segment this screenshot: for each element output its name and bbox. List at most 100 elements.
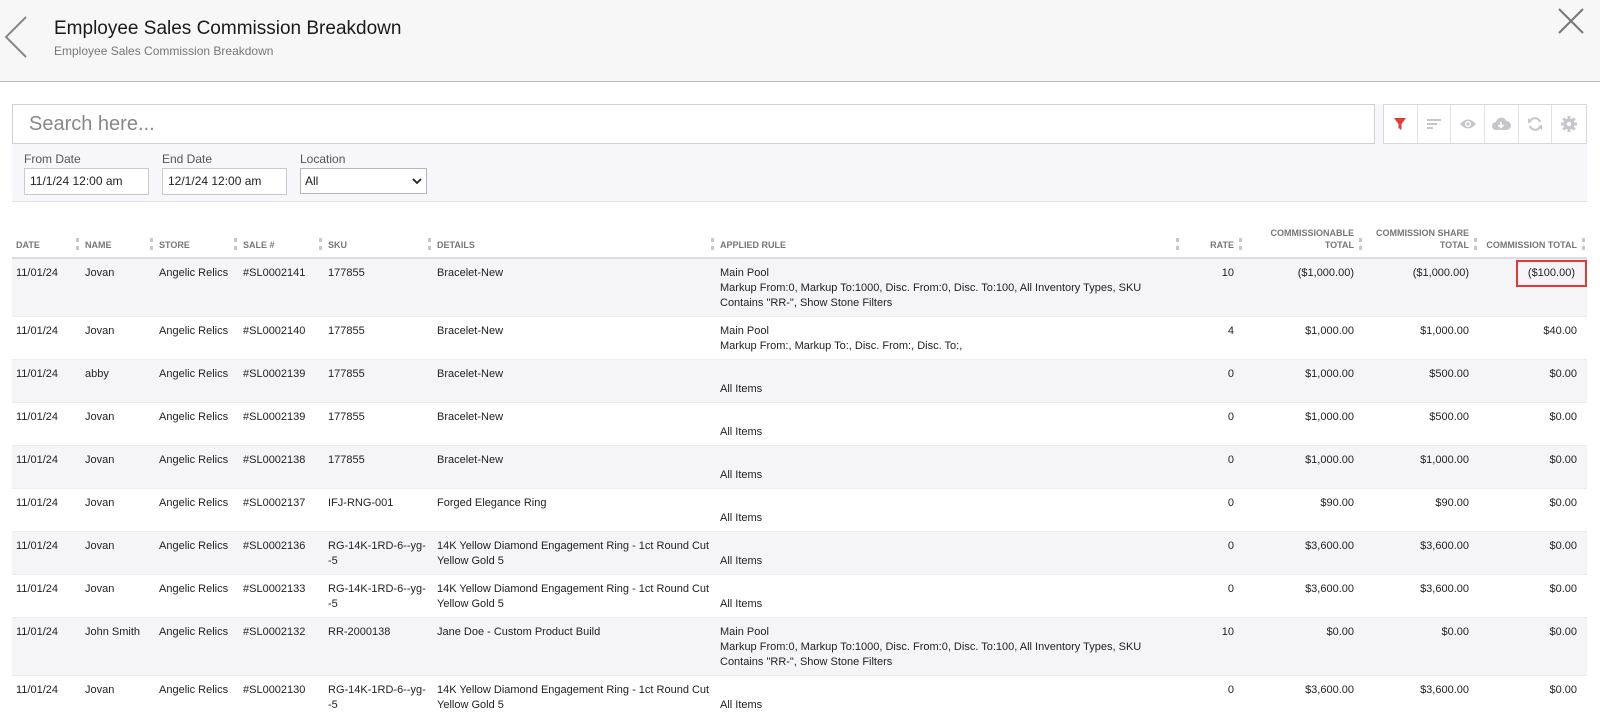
commissionable-total-value: $1,000.00 <box>1305 368 1354 380</box>
column-header-sale-number[interactable]: SALE # <box>239 220 324 259</box>
commission-share-total-value: $1,000.00 <box>1420 454 1469 466</box>
cell-details: Jane Doe - Custom Product Build <box>433 617 716 676</box>
column-header-commission-share-total[interactable]: COMMISSION SHARE TOTAL <box>1364 220 1479 259</box>
page-title: Employee Sales Commission Breakdown <box>54 18 402 39</box>
column-header-name[interactable]: NAME <box>81 220 155 259</box>
search-input[interactable] <box>12 104 1375 144</box>
rule-name <box>720 453 1177 468</box>
cell-commission-share-total: $500.00 <box>1364 359 1479 403</box>
column-resize-handle[interactable] <box>1359 238 1362 250</box>
date-value: 11/01/24 <box>16 583 59 595</box>
cell-name: abby <box>81 359 155 403</box>
table-row[interactable]: 11/01/24 Jovan Angelic Relics #SL0002136 RG-… <box>12 531 1587 575</box>
cell-rate: 4 <box>1181 316 1244 360</box>
column-header-applied-rule[interactable]: APPLIED RULE <box>716 220 1181 259</box>
column-resize-handle[interactable] <box>319 238 322 250</box>
name-value: Jovan <box>85 684 115 696</box>
table-row[interactable]: 11/01/24 Jovan Angelic Relics #SL0002133 RG-… <box>12 574 1587 618</box>
refresh-button[interactable] <box>1519 105 1553 143</box>
column-header-label: COMMISSION SHARE TOTAL <box>1375 228 1469 250</box>
column-header-label: COMMISSIONABLE TOTAL <box>1270 228 1354 250</box>
download-button[interactable] <box>1485 105 1519 143</box>
visibility-button[interactable] <box>1451 105 1486 143</box>
commissionable-total-value: ($1,000.00) <box>1297 267 1354 279</box>
column-resize-handle[interactable] <box>1239 238 1242 250</box>
column-header-details[interactable]: DETAILS <box>433 220 716 259</box>
column-resize-handle[interactable] <box>1474 238 1477 250</box>
column-header-label: DATE <box>16 240 40 250</box>
cell-name: Jovan <box>81 531 155 575</box>
sku-value: RG-14K-1RD-6--yg--5 <box>328 583 426 610</box>
column-header-sku[interactable]: SKU <box>324 220 433 259</box>
details-value: Bracelet-New <box>437 454 504 466</box>
sku-value: RG-14K-1RD-6--yg--5 <box>328 540 426 567</box>
commission-share-total-value: $0.00 <box>1441 626 1469 638</box>
table-row[interactable]: 11/01/24 John Smith Angelic Relics #SL00021… <box>12 617 1587 676</box>
sku-value: RR-2000138 <box>328 626 391 638</box>
rule-description: All Items <box>720 426 763 438</box>
sale-number-value: #SL0002140 <box>243 325 306 337</box>
details-value: Bracelet-New <box>437 267 504 279</box>
column-resize-handle[interactable] <box>1582 238 1585 250</box>
sku-value: IFJ-RNG-001 <box>328 497 394 509</box>
cell-rate: 0 <box>1181 488 1244 532</box>
column-resize-handle[interactable] <box>711 238 714 250</box>
close-button[interactable] <box>1556 6 1586 36</box>
end-date-field[interactable]: 12/1/24 12:00 am <box>162 168 287 195</box>
cell-sku: 177855 <box>324 316 433 360</box>
cell-date: 11/01/24 <box>12 258 81 317</box>
store-value: Angelic Relics <box>159 583 229 595</box>
settings-button[interactable] <box>1552 105 1586 143</box>
cell-commissionable-total: $90.00 <box>1244 488 1364 532</box>
column-resize-handle[interactable] <box>150 238 153 250</box>
table-row[interactable]: 11/01/24 Jovan Angelic Relics #SL0002137 IFJ… <box>12 488 1587 532</box>
column-header-commission-total[interactable]: COMMISSION TOTAL <box>1479 220 1587 259</box>
cell-name: Jovan <box>81 316 155 360</box>
store-value: Angelic Relics <box>159 454 229 466</box>
sku-value: 177855 <box>328 325 365 337</box>
cell-details: Forged Elegance Ring <box>433 488 716 532</box>
column-header-store[interactable]: STORE <box>155 220 239 259</box>
commission-table: DATE NAME STORE SALE # SKU DETAILS APPLIED RUL… <box>12 220 1587 716</box>
table-row[interactable]: 11/01/24 Jovan Angelic Relics #SL0002138 177… <box>12 445 1587 489</box>
column-header-commissionable-total[interactable]: COMMISSIONABLE TOTAL <box>1244 220 1364 259</box>
cell-date: 11/01/24 <box>12 488 81 532</box>
table-row[interactable]: 11/01/24 Jovan Angelic Relics #SL0002130 RG-… <box>12 675 1587 716</box>
cell-applied-rule: All Items <box>716 488 1181 532</box>
column-resize-handle[interactable] <box>1176 238 1179 250</box>
details-value: 14K Yellow Diamond Engagement Ring - 1ct… <box>437 583 710 610</box>
cell-store: Angelic Relics <box>155 531 239 575</box>
rule-name: Main Pool <box>720 267 769 279</box>
sort-button[interactable] <box>1418 105 1452 143</box>
from-date-field[interactable]: 11/1/24 12:00 am <box>24 168 149 195</box>
cell-applied-rule: All Items <box>716 445 1181 489</box>
table-row[interactable]: 11/01/24 Jovan Angelic Relics #SL0002141 177… <box>12 258 1587 317</box>
table-row[interactable]: 11/01/24 Jovan Angelic Relics #SL0002140 177… <box>12 316 1587 360</box>
table-row[interactable]: 11/01/24 Jovan Angelic Relics #SL0002139 177… <box>12 402 1587 446</box>
sale-number-value: #SL0002138 <box>243 454 306 466</box>
column-resize-handle[interactable] <box>234 238 237 250</box>
cell-details: Bracelet-New <box>433 445 716 489</box>
commission-total-value: $0.00 <box>1549 368 1577 380</box>
name-value: Jovan <box>85 540 115 552</box>
table-row[interactable]: 11/01/24 abby Angelic Relics #SL0002139 1778… <box>12 359 1587 403</box>
store-value: Angelic Relics <box>159 540 229 552</box>
eye-icon <box>1459 119 1476 129</box>
cell-sku: RG-14K-1RD-6--yg--5 <box>324 574 433 618</box>
details-value: 14K Yellow Diamond Engagement Ring - 1ct… <box>437 684 710 711</box>
cell-commission-share-total: $90.00 <box>1364 488 1479 532</box>
cell-commission-total: $40.00 <box>1479 316 1587 360</box>
location-select[interactable]: All <box>300 168 427 194</box>
column-resize-handle[interactable] <box>76 238 79 250</box>
rate-value: 0 <box>1227 583 1234 595</box>
column-header-date[interactable]: DATE <box>12 220 81 259</box>
back-button[interactable] <box>2 14 32 60</box>
cell-sku: RG-14K-1RD-6--yg--5 <box>324 675 433 716</box>
sale-number-value: #SL0002130 <box>243 684 306 696</box>
cell-details: Bracelet-New <box>433 402 716 446</box>
cell-rate: 10 <box>1181 258 1244 317</box>
column-header-rate[interactable]: RATE <box>1181 220 1244 259</box>
column-resize-handle[interactable] <box>428 238 431 250</box>
filter-button[interactable] <box>1384 105 1418 143</box>
cell-commission-total: $0.00 <box>1479 402 1587 446</box>
